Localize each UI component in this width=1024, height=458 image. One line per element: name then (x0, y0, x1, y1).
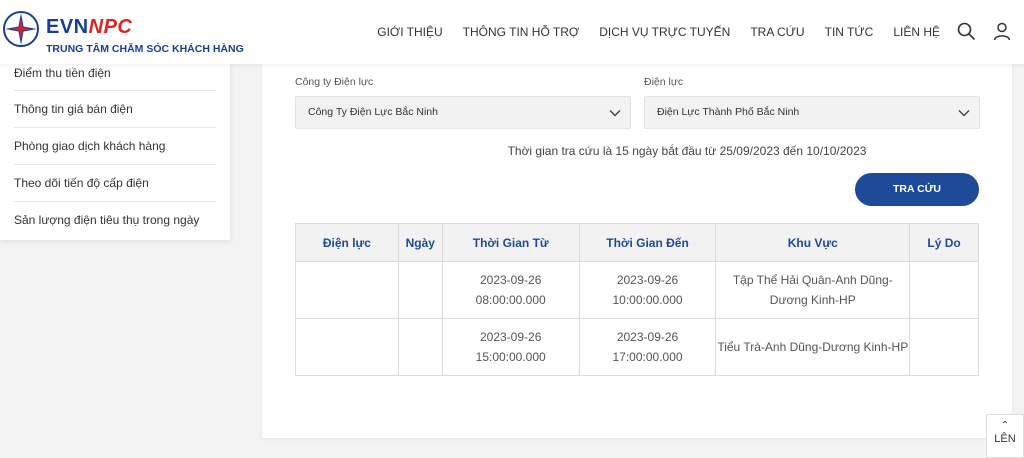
company-label: Công ty Điện lực (295, 76, 374, 88)
nav-tra-cuu[interactable]: TRA CỨU (750, 25, 804, 39)
nav-dich-vu-truc-tuyen[interactable]: DỊCH VỤ TRỰC TUYẾN (599, 25, 730, 39)
nav-gioi-thieu[interactable]: GIỚI THIỆU (377, 25, 442, 39)
company-select-value: Công Ty Điện Lực Bắc Ninh (308, 106, 438, 118)
table-row: 2023-09-26 15:00:00.000 2023-09-26 17:00:0… (295, 318, 979, 376)
col-thoi-gian-den: Thời Gian Đến (578, 223, 717, 262)
col-thoi-gian-tu: Thời Gian Từ (441, 223, 580, 262)
cell-ly-do (909, 261, 979, 319)
unit-select[interactable]: Điện Lực Thành Phố Bắc Ninh (644, 96, 980, 129)
tu-time: 15:00:00.000 (475, 350, 546, 364)
khu-vuc-line-1: Tập Thể Hải Quân-Anh Dũng- (732, 273, 893, 287)
cell-khu-vuc: Tiểu Trà-Anh Dũng-Dương Kinh-HP (715, 318, 911, 376)
den-date: 2023-09-26 (616, 330, 679, 344)
chevron-down-icon (609, 110, 621, 117)
search-period-note: Thời gian tra cứu là 15 ngày bắt đầu từ … (507, 144, 867, 158)
evn-star-logo-icon (3, 11, 39, 47)
sidebar-item-san-luong-dien[interactable]: Sản lượng điện tiêu thụ trong ngày (14, 202, 216, 239)
logo[interactable]: EVNNPC TRUNG TÂM CHĂM SÓC KHÁCH HÀNG (2, 8, 244, 60)
nav-lien-he[interactable]: LIÊN HỆ (893, 25, 940, 39)
cell-ly-do (909, 318, 979, 376)
table-row: 2023-09-26 08:00:00.000 2023-09-26 10:00:0… (295, 261, 979, 319)
brand-subtitle: TRUNG TÂM CHĂM SÓC KHÁCH HÀNG (46, 43, 244, 55)
nav-thong-tin-ho-tro[interactable]: THÔNG TIN HỖ TRỢ (463, 25, 580, 39)
cell-ngay (397, 318, 443, 376)
tu-date: 2023-09-26 (479, 273, 542, 287)
sidebar-item-theo-doi-tien-do[interactable]: Theo dõi tiến độ cấp điện (14, 165, 216, 202)
unit-label: Điện lực (644, 76, 684, 88)
cell-ngay (397, 261, 443, 319)
user-icon[interactable] (992, 21, 1012, 41)
cell-thoi-gian-den: 2023-09-26 10:00:00.000 (578, 261, 717, 319)
cell-dien-luc (295, 318, 399, 376)
cell-dien-luc (295, 261, 399, 319)
outage-search-panel: Công ty Điện lực Công Ty Điện Lực Bắc Ni… (262, 52, 1012, 438)
den-date: 2023-09-26 (616, 273, 679, 287)
search-button[interactable]: TRA CỨU (855, 173, 979, 206)
table-header-row: Điện lực Ngày Thời Gian Từ Thời Gian Đến… (295, 223, 979, 262)
back-to-top-label: LÊN (994, 433, 1016, 445)
khu-vuc-line-2: Dương Kinh-HP (769, 293, 856, 307)
brand-evn: EVN (46, 16, 89, 38)
cell-thoi-gian-tu: 2023-09-26 15:00:00.000 (441, 318, 580, 376)
tu-time: 08:00:00.000 (475, 293, 546, 307)
cell-thoi-gian-tu: 2023-09-26 08:00:00.000 (441, 261, 580, 319)
col-ly-do: Lý Do (909, 223, 979, 262)
den-time: 17:00:00.000 (612, 350, 683, 364)
back-to-top-button[interactable]: ⌃ LÊN (986, 414, 1024, 458)
main-nav: GIỚI THIỆU THÔNG TIN HỖ TRỢ DỊCH VỤ TRỰC… (377, 0, 940, 64)
col-khu-vuc: Khu Vực (715, 223, 911, 262)
cell-khu-vuc: Tập Thể Hải Quân-Anh Dũng- Dương Kinh-HP (715, 261, 911, 319)
col-dien-luc: Điện lực (295, 223, 399, 262)
brand-name: EVNNPC (46, 16, 132, 39)
nav-tin-tuc[interactable]: TIN TỨC (825, 25, 874, 39)
tu-date: 2023-09-26 (479, 330, 542, 344)
unit-select-value: Điện Lực Thành Phố Bắc Ninh (657, 106, 800, 118)
khu-vuc-line-1: Tiểu Trà-Anh Dũng-Dương Kinh-HP (717, 340, 909, 354)
arrow-up-icon: ⌃ (1000, 420, 1010, 431)
brand-npc: NPC (88, 16, 133, 38)
site-header: EVNNPC TRUNG TÂM CHĂM SÓC KHÁCH HÀNG GIỚ… (0, 0, 1024, 64)
col-ngay: Ngày (397, 223, 443, 262)
sidebar-item-thong-tin-gia-ban-dien[interactable]: Thông tin giá bán điện (14, 91, 216, 128)
outage-table: Điện lực Ngày Thời Gian Từ Thời Gian Đến… (295, 223, 979, 376)
den-time: 10:00:00.000 (612, 293, 683, 307)
search-icon[interactable] (956, 21, 976, 41)
sidebar-item-phong-giao-dich[interactable]: Phòng giao dịch khách hàng (14, 128, 216, 165)
company-select[interactable]: Công Ty Điện Lực Bắc Ninh (295, 96, 631, 129)
chevron-down-icon (958, 110, 970, 117)
sidebar-menu: Điểm thu tiền điện Thông tin giá bán điệ… (0, 52, 230, 240)
cell-thoi-gian-den: 2023-09-26 17:00:00.000 (578, 318, 717, 376)
